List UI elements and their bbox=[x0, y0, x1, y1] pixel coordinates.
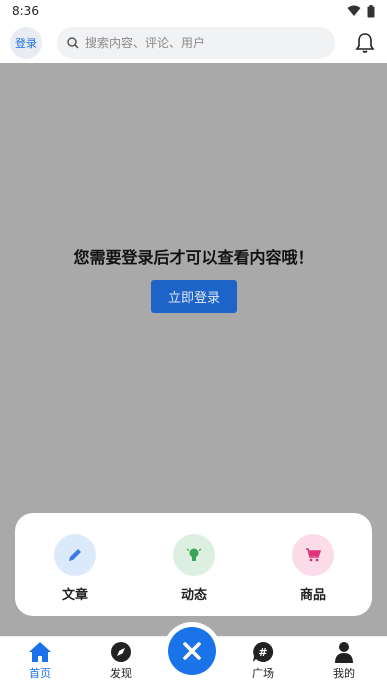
person-icon bbox=[335, 642, 353, 663]
svg-text:#: # bbox=[258, 646, 267, 659]
notification-bell-button[interactable] bbox=[353, 31, 377, 55]
compass-icon bbox=[111, 642, 131, 662]
tab-home-label: 首页 bbox=[29, 667, 51, 680]
tab-square[interactable]: # 广场 bbox=[233, 641, 293, 681]
bell-icon bbox=[355, 32, 375, 53]
home-icon bbox=[29, 642, 51, 662]
tab-mine[interactable]: 我的 bbox=[314, 641, 374, 681]
hash-chat-icon: # bbox=[253, 641, 274, 662]
login-chip-button[interactable]: 登录 bbox=[10, 26, 42, 59]
publish-article-label: 文章 bbox=[61, 588, 88, 603]
login-now-button[interactable]: 立即登录 bbox=[151, 280, 237, 313]
publish-moment-label: 动态 bbox=[180, 588, 207, 603]
close-publish-button[interactable] bbox=[168, 627, 216, 675]
publish-product-button[interactable]: 商品 bbox=[283, 534, 343, 603]
tab-discover[interactable]: 发现 bbox=[91, 641, 151, 681]
login-required-message: 您需要登录后才可以查看内容哦！ bbox=[73, 248, 314, 267]
publish-moment-button[interactable]: 动态 bbox=[164, 534, 224, 603]
close-icon bbox=[183, 642, 201, 660]
cart-icon bbox=[306, 548, 322, 562]
status-icons bbox=[347, 4, 375, 18]
moment-icon-circle bbox=[173, 534, 215, 576]
status-time: 8:36 bbox=[12, 4, 39, 18]
pencil-icon bbox=[69, 549, 81, 561]
tab-discover-label: 发现 bbox=[110, 667, 132, 680]
tab-home[interactable]: 首页 bbox=[10, 641, 70, 681]
tab-mine-label: 我的 bbox=[333, 667, 355, 680]
top-bar: 登录 搜索内容、评论、用户 bbox=[0, 22, 387, 63]
battery-icon bbox=[367, 4, 375, 17]
search-icon bbox=[67, 36, 79, 48]
lightbulb-icon bbox=[186, 548, 202, 561]
publish-menu: 文章 动态 商品 bbox=[15, 513, 372, 616]
status-bar: 8:36 bbox=[0, 0, 387, 22]
product-icon-circle bbox=[292, 534, 334, 576]
article-icon-circle bbox=[54, 534, 96, 576]
publish-product-label: 商品 bbox=[299, 588, 326, 603]
publish-article-button[interactable]: 文章 bbox=[45, 534, 105, 603]
search-placeholder: 搜索内容、评论、用户 bbox=[85, 36, 206, 50]
tab-square-label: 广场 bbox=[252, 667, 274, 680]
wifi-icon bbox=[347, 5, 361, 16]
search-input[interactable]: 搜索内容、评论、用户 bbox=[57, 26, 335, 59]
